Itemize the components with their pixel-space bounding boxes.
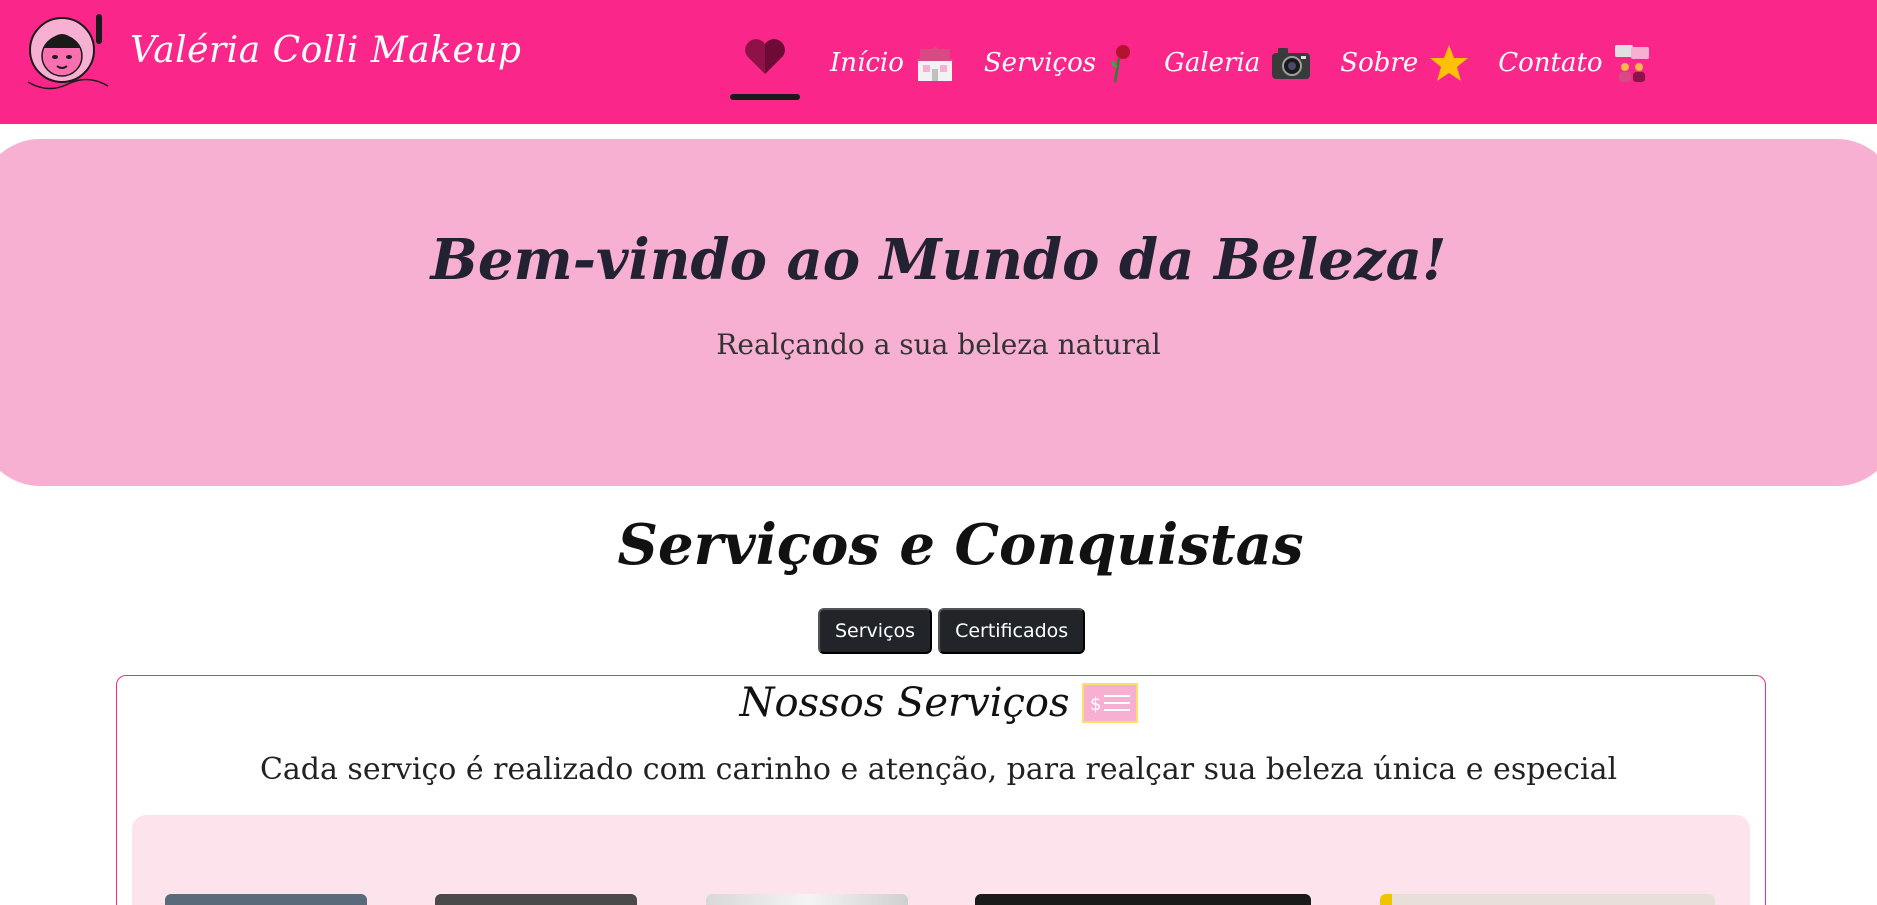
svg-text:$: $ <box>1090 694 1101 715</box>
price-tag-icon: $ <box>1081 683 1138 723</box>
rose-icon <box>1111 45 1131 83</box>
main-nav: Início Serviços Galeria Sobre Contato <box>730 18 1681 108</box>
nav-item-home-heart[interactable] <box>730 18 800 108</box>
nav-label: Sobre <box>1340 48 1419 78</box>
navbar: Valéria Colli Makeup Início Serviços Gal… <box>0 0 1877 124</box>
active-indicator <box>730 94 800 100</box>
brand-name[interactable]: Valéria Colli Makeup <box>130 30 521 71</box>
service-image[interactable] <box>165 894 367 905</box>
service-image[interactable] <box>975 894 1311 905</box>
house-icon <box>915 46 954 81</box>
hero-banner <box>0 139 1877 486</box>
services-gallery <box>132 815 1750 905</box>
services-title-row: Nossos Serviços $ <box>0 680 1877 726</box>
service-image[interactable] <box>1380 894 1715 905</box>
nav-item-sobre[interactable]: Sobre <box>1340 18 1470 108</box>
services-title: Nossos Serviços <box>739 680 1070 726</box>
services-description: Cada serviço é realizado com carinho e a… <box>259 752 1618 787</box>
heart-icon <box>745 39 785 74</box>
camera-icon <box>1272 48 1311 79</box>
nav-label: Serviços <box>983 48 1097 78</box>
nav-label: Galeria <box>1164 48 1261 78</box>
nav-item-inicio[interactable]: Início <box>830 18 956 108</box>
nav-item-servicos[interactable]: Serviços <box>984 18 1136 108</box>
brand-logo[interactable] <box>18 10 114 96</box>
star-icon <box>1430 45 1469 81</box>
service-image[interactable] <box>435 894 637 905</box>
nav-item-contato[interactable]: Contato <box>1498 18 1652 108</box>
hero-title: Bem-vindo ao Mundo da Beleza! <box>430 227 1447 293</box>
nav-item-galeria[interactable]: Galeria <box>1164 18 1312 108</box>
nav-label: Início <box>830 48 904 78</box>
tab-certificados[interactable]: Certificados <box>938 608 1086 654</box>
tab-servicos[interactable]: Serviços <box>818 608 933 654</box>
section-title: Serviços e Conquistas <box>617 512 1304 578</box>
hero-subtitle: Realçando a sua beleza natural <box>716 328 1161 361</box>
contact-icon <box>1614 45 1649 82</box>
section-tabs: Serviços Certificados <box>818 608 1086 654</box>
nav-label: Contato <box>1498 48 1603 78</box>
service-image[interactable] <box>706 894 908 905</box>
